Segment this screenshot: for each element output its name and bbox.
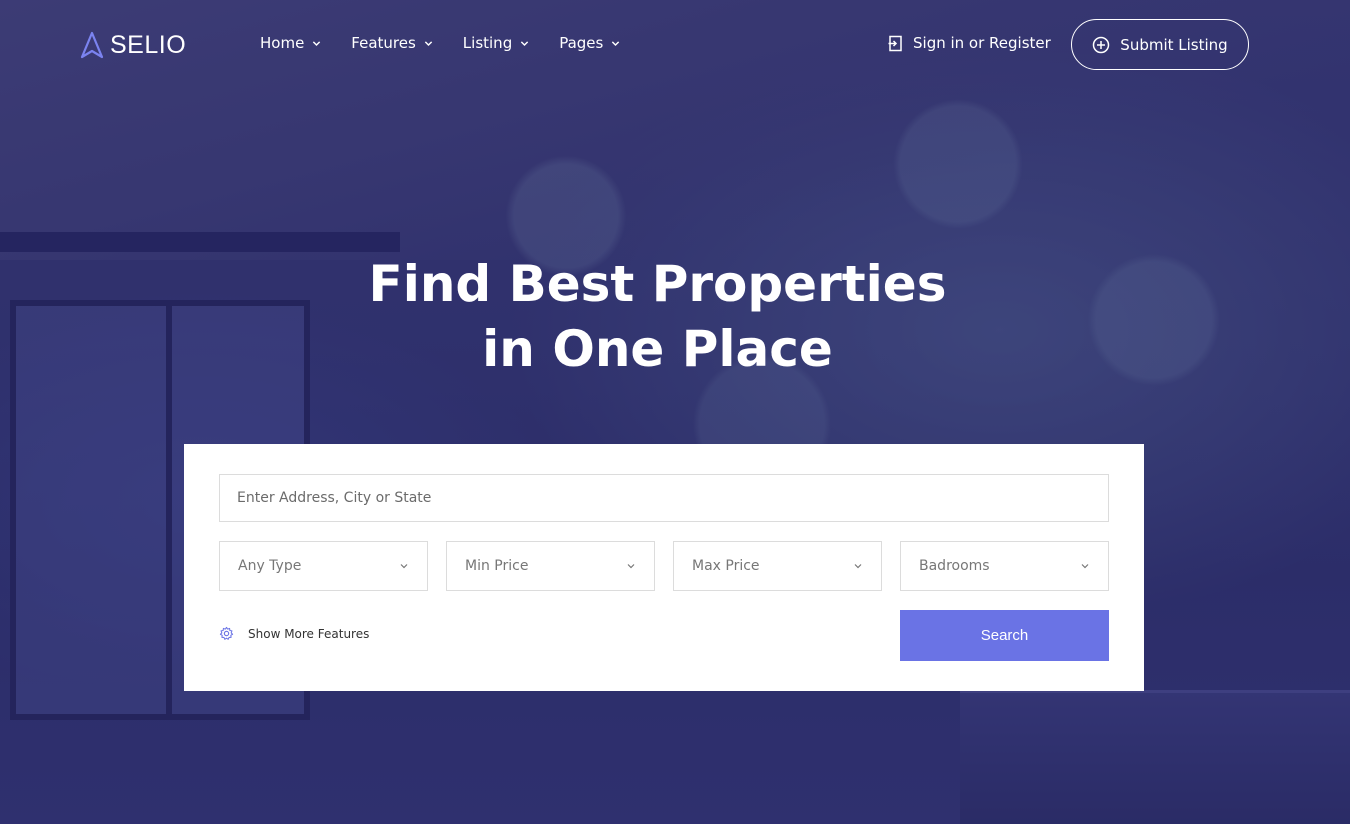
nav-item-home[interactable]: Home — [260, 34, 321, 52]
chevron-down-icon — [313, 40, 321, 46]
search-button[interactable]: Search — [900, 610, 1109, 661]
chevron-down-icon — [1081, 564, 1089, 569]
show-more-features-label: Show More Features — [248, 626, 370, 641]
gear-icon — [219, 626, 234, 640]
site-header: SELIO Home Features Listing Pages Sign i… — [0, 0, 1350, 90]
bedrooms-select[interactable]: Badrooms — [900, 541, 1109, 591]
logo-mark-icon — [80, 31, 104, 59]
chevron-down-icon — [627, 564, 635, 569]
logo[interactable]: SELIO — [80, 30, 186, 60]
plus-circle-icon — [1093, 36, 1110, 53]
nav-item-label: Features — [351, 34, 416, 52]
submit-listing-label: Submit Listing — [1120, 35, 1228, 54]
max-price-select[interactable]: Max Price — [673, 541, 882, 591]
hero-overlay — [0, 0, 1350, 824]
type-select[interactable]: Any Type — [219, 541, 428, 591]
filter-selects: Any Type Min Price Max Price Badrooms — [219, 541, 1109, 591]
nav-item-label: Pages — [559, 34, 604, 52]
select-label: Min Price — [465, 558, 529, 574]
nav-item-features[interactable]: Features — [351, 34, 433, 52]
chevron-down-icon — [521, 40, 529, 46]
hero-title: Find Best Properties in One Place — [0, 252, 1315, 382]
show-more-features-link[interactable]: Show More Features — [219, 626, 369, 641]
address-search-input[interactable] — [219, 474, 1109, 522]
hero-title-line-1: Find Best Properties — [368, 255, 947, 313]
chevron-down-icon — [424, 40, 432, 46]
submit-listing-button[interactable]: Submit Listing — [1071, 19, 1249, 70]
signin-link[interactable]: Sign in or Register — [888, 34, 1051, 52]
nav-item-label: Home — [260, 34, 305, 52]
select-label: Any Type — [238, 558, 302, 574]
min-price-select[interactable]: Min Price — [446, 541, 655, 591]
chevron-down-icon — [854, 564, 862, 569]
hero-background — [0, 0, 1350, 824]
hero-title-line-2: in One Place — [482, 320, 833, 378]
search-panel: Any Type Min Price Max Price Badrooms Sh… — [184, 444, 1144, 691]
main-nav: Home Features Listing Pages — [260, 34, 620, 52]
chevron-down-icon — [400, 564, 408, 569]
select-label: Badrooms — [919, 558, 990, 574]
nav-item-pages[interactable]: Pages — [559, 34, 620, 52]
logo-text: SELIO — [110, 30, 187, 59]
nav-item-label: Listing — [462, 34, 513, 52]
signin-label: Sign in or Register — [913, 34, 1051, 52]
chevron-down-icon — [612, 40, 620, 46]
sign-in-icon — [888, 35, 902, 51]
nav-item-listing[interactable]: Listing — [463, 34, 529, 52]
select-label: Max Price — [692, 558, 760, 574]
